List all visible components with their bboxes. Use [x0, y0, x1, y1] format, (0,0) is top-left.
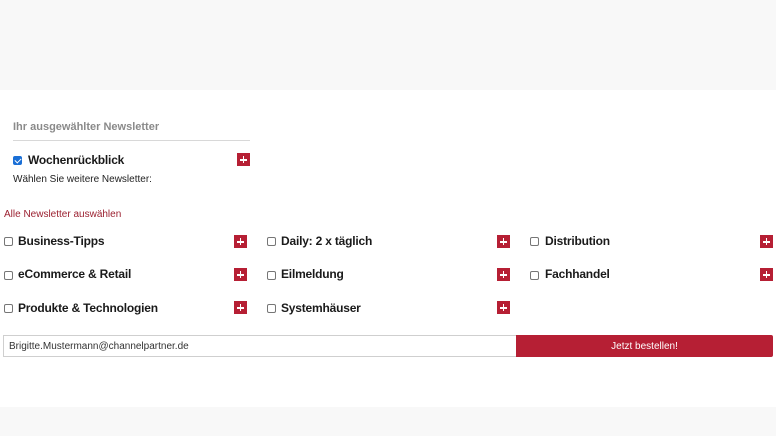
email-field[interactable]: [3, 335, 517, 357]
checkbox-ecommerce-retail[interactable]: [4, 271, 13, 280]
plus-icon[interactable]: [234, 235, 247, 248]
checkbox-distribution[interactable]: [530, 237, 539, 246]
plus-icon[interactable]: [497, 301, 510, 314]
plus-icon[interactable]: [497, 268, 510, 281]
checkbox-fachhandel[interactable]: [530, 271, 539, 280]
more-newsletters-prompt: Wählen Sie weitere Newsletter:: [13, 174, 152, 185]
plus-icon[interactable]: [234, 301, 247, 314]
newsletter-label-systemhaeuser: Systemhäuser: [281, 301, 361, 315]
plus-icon[interactable]: [760, 268, 773, 281]
plus-icon[interactable]: [237, 153, 250, 166]
bottom-background-band: [0, 407, 776, 436]
checkbox-daily[interactable]: [267, 237, 276, 246]
newsletter-label-eilmeldung: Eilmeldung: [281, 267, 344, 281]
checkbox-produkte-technologien[interactable]: [4, 304, 13, 313]
newsletter-label-daily: Daily: 2 x täglich: [281, 234, 373, 248]
plus-icon[interactable]: [760, 235, 773, 248]
top-background-band: [0, 0, 776, 90]
newsletter-label-wochenrueckblick: Wochenrückblick: [28, 153, 125, 167]
newsletter-label-ecommerce-retail: eCommerce & Retail: [18, 267, 132, 281]
select-all-newsletters-link[interactable]: Alle Newsletter auswählen: [4, 209, 121, 220]
checkbox-systemhaeuser[interactable]: [267, 304, 276, 313]
newsletter-label-distribution: Distribution: [545, 234, 610, 248]
checkbox-wochenrueckblick[interactable]: [13, 156, 22, 165]
selected-newsletter-heading: Ihr ausgewählter Newsletter: [13, 121, 160, 133]
divider: [13, 140, 250, 141]
newsletter-label-business-tipps: Business-Tipps: [18, 234, 105, 248]
plus-icon[interactable]: [234, 268, 247, 281]
order-now-button[interactable]: Jetzt bestellen!: [516, 335, 773, 357]
plus-icon[interactable]: [497, 235, 510, 248]
newsletter-label-fachhandel: Fachhandel: [545, 267, 610, 281]
newsletter-label-produkte-technologien: Produkte & Technologien: [18, 301, 158, 315]
checkbox-business-tipps[interactable]: [4, 237, 13, 246]
checkbox-eilmeldung[interactable]: [267, 271, 276, 280]
